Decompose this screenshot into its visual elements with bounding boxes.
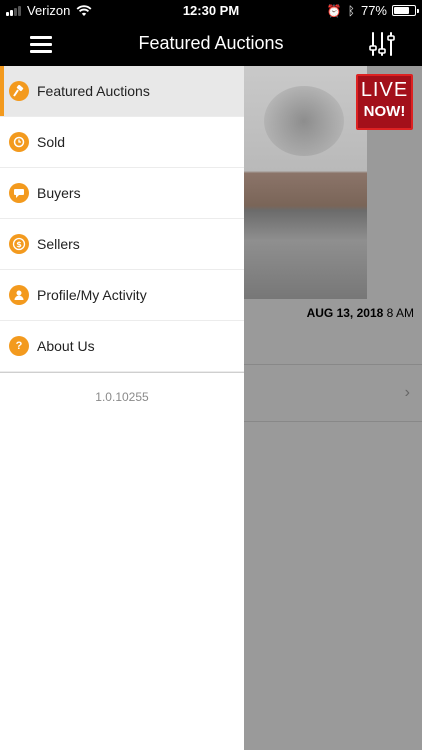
- battery-fill: [394, 7, 410, 14]
- clock-icon: [9, 132, 29, 152]
- live-badge-line1: LIVE: [360, 79, 409, 101]
- menu-item-label: Sold: [37, 134, 66, 150]
- side-drawer: Featured Auctions Sold Buyers $ Sellers …: [0, 66, 244, 750]
- live-badge-line2: NOW!: [363, 103, 406, 120]
- app-version: 1.0.10255: [95, 390, 149, 404]
- listing-photo[interactable]: [244, 66, 367, 299]
- list-divider: [244, 364, 422, 365]
- bluetooth-icon: ᛒ: [347, 3, 355, 18]
- auction-date-day: AUG 13, 2018: [306, 306, 384, 320]
- chat-icon: [9, 183, 29, 203]
- drawer-divider: [0, 372, 244, 373]
- battery-percent: 77%: [360, 3, 387, 18]
- menu-item-about-us[interactable]: ? About Us: [0, 321, 244, 372]
- dollar-icon: $: [9, 234, 29, 254]
- list-divider: [244, 421, 422, 422]
- menu-item-label: Sellers: [37, 236, 80, 252]
- chevron-right-icon[interactable]: ›: [405, 384, 410, 402]
- menu-item-profile[interactable]: Profile/My Activity: [0, 270, 244, 321]
- user-icon: [9, 285, 29, 305]
- svg-text:$: $: [16, 240, 22, 249]
- status-bar: Verizon 12:30 PM ⏰ ᛒ 77%: [0, 0, 422, 22]
- menu-item-label: About Us: [37, 338, 95, 354]
- status-right: ⏰ ᛒ 77%: [326, 3, 419, 18]
- battery-icon: [392, 5, 419, 16]
- tree-shape: [264, 86, 344, 156]
- page-title: Featured Auctions: [138, 33, 284, 53]
- menu-item-buyers[interactable]: Buyers: [0, 168, 244, 219]
- auction-date: AUG 13, 2018 8 AM: [307, 306, 414, 320]
- menu-item-sellers[interactable]: $ Sellers: [0, 219, 244, 270]
- nav-bar: Featured Auctions: [0, 22, 422, 66]
- gavel-icon: [9, 81, 29, 101]
- menu-item-featured-auctions[interactable]: Featured Auctions: [0, 66, 244, 117]
- menu-item-sold[interactable]: Sold: [0, 117, 244, 168]
- question-icon: ?: [9, 336, 29, 356]
- menu-item-label: Profile/My Activity: [37, 287, 147, 303]
- alarm-icon: ⏰: [326, 3, 342, 18]
- menu-item-label: Buyers: [37, 185, 81, 201]
- auction-date-time: 8 AM: [386, 306, 414, 320]
- menu-item-label: Featured Auctions: [37, 83, 150, 99]
- filter-icon[interactable]: [368, 30, 396, 58]
- live-now-badge: LIVE NOW!: [356, 74, 413, 130]
